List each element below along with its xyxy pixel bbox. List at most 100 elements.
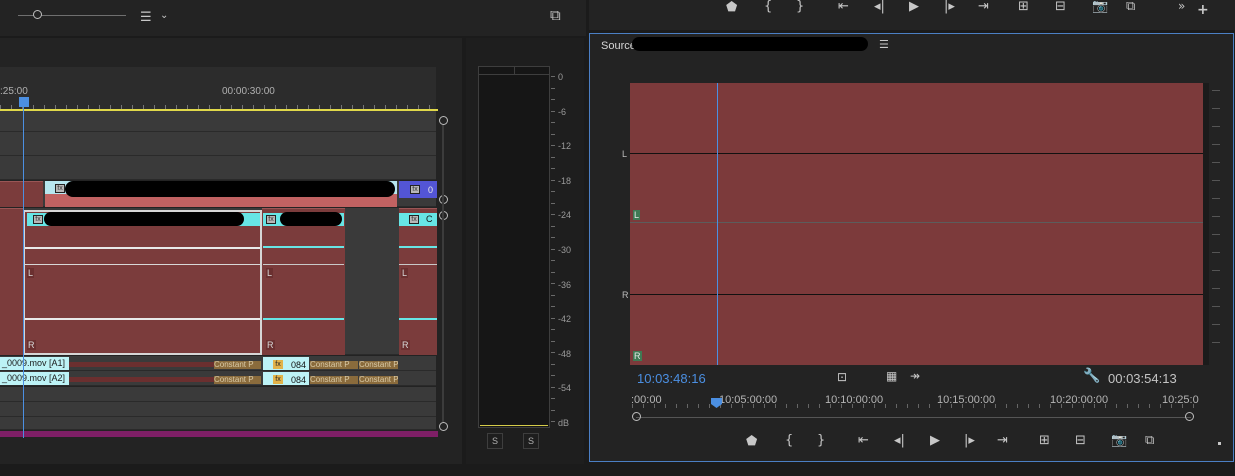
audio-waveform-display[interactable] (630, 83, 1203, 365)
meter-scale-label: -48 (558, 348, 572, 359)
constant-power-transition[interactable]: Constant P (214, 361, 261, 369)
ruler-label: 10:05:00:00 (719, 394, 778, 406)
zoom-handle-right[interactable] (1185, 412, 1194, 421)
volume-line[interactable] (399, 264, 437, 265)
fx-icon[interactable]: fx (55, 184, 65, 193)
more-icon[interactable]: » (1178, 0, 1185, 12)
track-resize-handle[interactable] (439, 116, 448, 125)
chevron-down-icon[interactable]: ⌄ (160, 11, 168, 21)
add-marker-icon[interactable]: ⬟ (726, 1, 737, 14)
panel-menu-icon[interactable]: ☰ (879, 39, 889, 50)
audio-clip[interactable] (0, 208, 23, 355)
insert-icon[interactable]: ⊞ (1039, 434, 1050, 447)
waveform-scrollbar[interactable] (1203, 83, 1209, 365)
channel-left-marker: L (266, 268, 274, 278)
scrollbar-vertical[interactable] (442, 125, 444, 422)
export-frame-icon[interactable]: 📷 (1092, 0, 1108, 13)
step-back-icon[interactable]: ◂| (874, 0, 885, 13)
play-icon[interactable]: ▶ (909, 0, 919, 13)
current-timecode[interactable]: 10:03:48:16 (637, 371, 706, 386)
audio-clip[interactable] (262, 208, 345, 355)
compare-icon[interactable]: ⧉ (1145, 434, 1154, 447)
audio-track[interactable] (0, 387, 436, 402)
meter-scale-label: 0 (558, 72, 564, 82)
playhead-line[interactable] (23, 104, 24, 438)
fx-icon[interactable]: fx (410, 185, 420, 194)
fx-icon[interactable]: fx (33, 215, 43, 224)
audio-clip[interactable] (399, 208, 437, 355)
add-marker-icon[interactable]: ⬟ (746, 435, 757, 448)
drag-video-icon[interactable]: ▦ (886, 370, 897, 382)
zoom-slider-thumb[interactable] (33, 10, 42, 19)
mark-in-icon[interactable]: { (785, 434, 793, 447)
step-back-icon[interactable]: ◂| (894, 434, 905, 447)
go-to-in-icon[interactable]: ⇤ (838, 0, 849, 13)
clip-name-tag[interactable]: _0009.mov [A1] (0, 357, 69, 370)
add-marker-icon[interactable]: ⧉ (550, 8, 561, 23)
playhead-handle[interactable] (19, 97, 29, 107)
mark-out-icon[interactable]: } (796, 0, 804, 13)
settings-wrench-icon[interactable]: 🔧 (1083, 369, 1100, 383)
constant-power-transition[interactable]: Constant P (310, 376, 358, 384)
volume-line[interactable] (399, 246, 437, 248)
go-to-out-icon[interactable]: ⇥ (997, 434, 1008, 447)
meter-scale-label: -24 (558, 210, 572, 221)
video-track[interactable] (0, 132, 436, 156)
overwrite-icon[interactable]: ⊟ (1055, 0, 1066, 13)
volume-line[interactable] (263, 264, 344, 265)
volume-line[interactable] (263, 246, 344, 248)
constant-power-transition[interactable]: Constant P (310, 361, 358, 369)
timeline-toolbar: ☰ ⌄ ⧉ (0, 0, 586, 36)
constant-power-transition[interactable]: Constant P (359, 361, 398, 369)
drag-audio-icon[interactable]: ↠ (910, 370, 920, 382)
audio-meter-bar (478, 66, 550, 428)
meter-scale-label: dB (558, 418, 570, 428)
add-button-icon[interactable]: + (1197, 3, 1209, 17)
insert-icon[interactable]: ⊞ (1018, 0, 1029, 13)
fx-icon[interactable]: fx (273, 375, 283, 384)
volume-line[interactable] (25, 264, 260, 265)
volume-line[interactable] (399, 318, 437, 320)
export-frame-icon[interactable]: 📷 (1111, 434, 1127, 447)
solo-button[interactable]: S (487, 433, 503, 449)
overwrite-icon[interactable]: ⊟ (1075, 434, 1086, 447)
zoom-scroll-bar[interactable] (636, 417, 1191, 418)
fx-icon[interactable]: fx (273, 360, 283, 369)
step-forward-icon[interactable]: |▸ (944, 0, 955, 13)
go-to-in-icon[interactable]: ⇤ (858, 434, 869, 447)
meter-tick (551, 133, 555, 135)
mark-in-icon[interactable]: { (764, 0, 772, 13)
compare-icon[interactable]: ⧉ (1126, 0, 1135, 13)
constant-power-transition[interactable]: Constant P (214, 376, 261, 384)
video-track[interactable] (0, 111, 436, 132)
volume-line[interactable] (25, 247, 260, 249)
zoom-handle-left[interactable] (632, 412, 641, 421)
master-track[interactable] (0, 431, 438, 437)
track-resize-handle[interactable] (439, 422, 448, 431)
video-track[interactable] (0, 156, 436, 180)
timeline-ruler[interactable]: :25:00 00:00:30:00 (0, 67, 436, 111)
fx-icon[interactable]: fx (266, 215, 276, 224)
insert-marker-icon[interactable]: ⊡ (837, 371, 847, 383)
panel-resize-dot[interactable] (1218, 442, 1221, 445)
solo-button[interactable]: S (523, 433, 539, 449)
clip-thin[interactable] (69, 362, 215, 367)
step-forward-icon[interactable]: |▸ (964, 434, 975, 447)
go-to-out-icon[interactable]: ⇥ (978, 0, 989, 13)
meter-scale-label: -36 (558, 279, 572, 290)
meter-scale-label: -12 (558, 141, 572, 152)
volume-line[interactable] (25, 318, 260, 320)
audio-track[interactable] (0, 417, 436, 430)
mark-out-icon[interactable]: } (817, 434, 825, 447)
source-tab-label[interactable]: Source (601, 40, 636, 52)
audio-clip[interactable] (0, 181, 43, 207)
clip-thin[interactable] (69, 377, 215, 382)
volume-line[interactable] (263, 318, 344, 320)
audio-clip-selected[interactable] (23, 210, 262, 355)
clip-name-tag[interactable]: _0009.mov [A2] (0, 372, 69, 385)
fx-icon[interactable]: fx (409, 215, 419, 224)
audio-track[interactable] (0, 402, 436, 417)
sequence-settings-icon[interactable]: ☰ (140, 11, 152, 24)
constant-power-transition[interactable]: Constant P (359, 376, 398, 384)
play-icon[interactable]: ▶ (930, 434, 940, 447)
